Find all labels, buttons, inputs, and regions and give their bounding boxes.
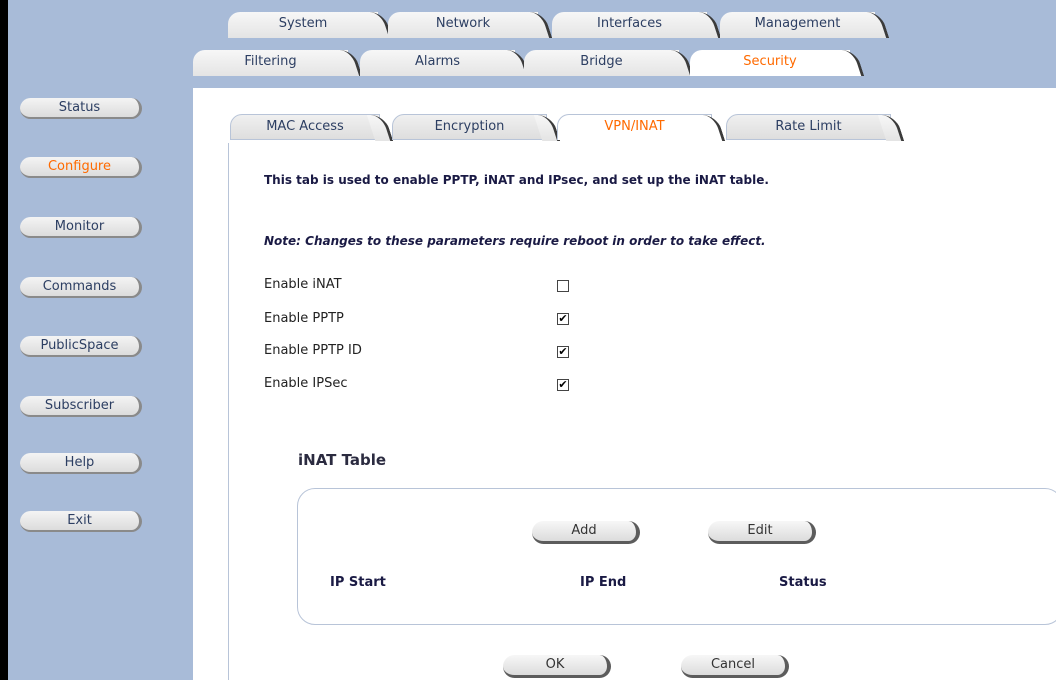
enable-pptp-id-label: Enable PPTP ID: [264, 343, 362, 358]
enable-inat-checkbox[interactable]: [557, 280, 569, 292]
enable-ipsec-checkbox[interactable]: ✔: [557, 379, 569, 391]
sidebar-item-monitor[interactable]: Monitor: [20, 217, 142, 238]
page-description: This tab is used to enable PPTP, iNAT an…: [264, 173, 769, 187]
sidebar-item-exit[interactable]: Exit: [20, 511, 142, 532]
tab-management[interactable]: Management: [720, 12, 875, 38]
tab-system[interactable]: System: [228, 12, 378, 38]
sidebar-item-commands[interactable]: Commands: [20, 277, 142, 298]
reboot-note: Note: Changes to these parameters requir…: [264, 234, 766, 248]
tab-bridge[interactable]: Bridge: [524, 50, 679, 76]
cancel-button[interactable]: Cancel: [681, 655, 789, 678]
sidebar-item-configure[interactable]: Configure: [20, 157, 142, 178]
edit-button[interactable]: Edit: [708, 521, 816, 544]
col-ip-start: IP Start: [330, 575, 386, 590]
sidebar-item-publicspace[interactable]: PublicSpace: [20, 336, 142, 357]
tab-alarms[interactable]: Alarms: [360, 50, 515, 76]
inat-table-box: [297, 488, 1056, 625]
add-button[interactable]: Add: [532, 521, 640, 544]
tab-network[interactable]: Network: [388, 12, 538, 38]
sidebar: Status Configure Monitor Commands Public…: [8, 0, 193, 680]
enable-ipsec-label: Enable IPSec: [264, 376, 348, 391]
col-status: Status: [779, 575, 827, 590]
tab-security[interactable]: Security: [690, 50, 850, 76]
sidebar-item-help[interactable]: Help: [20, 453, 142, 474]
col-ip-end: IP End: [580, 575, 627, 590]
sidebar-item-subscriber[interactable]: Subscriber: [20, 396, 142, 417]
tab-rate-limit[interactable]: Rate Limit: [726, 114, 891, 140]
tab-filtering[interactable]: Filtering: [193, 50, 348, 76]
inat-table-title: iNAT Table: [298, 451, 387, 469]
enable-pptp-id-checkbox[interactable]: ✔: [557, 346, 569, 358]
tab-mac-access[interactable]: MAC Access: [230, 114, 380, 140]
tab-encryption[interactable]: Encryption: [392, 114, 547, 140]
tab-interfaces[interactable]: Interfaces: [552, 12, 707, 38]
enable-pptp-label: Enable PPTP: [264, 311, 344, 326]
tab-vpn-inat[interactable]: VPN/INAT: [557, 114, 712, 140]
enable-pptp-checkbox[interactable]: ✔: [557, 313, 569, 325]
ok-button[interactable]: OK: [503, 655, 611, 678]
sidebar-item-status[interactable]: Status: [20, 98, 142, 119]
enable-inat-label: Enable iNAT: [264, 277, 342, 292]
